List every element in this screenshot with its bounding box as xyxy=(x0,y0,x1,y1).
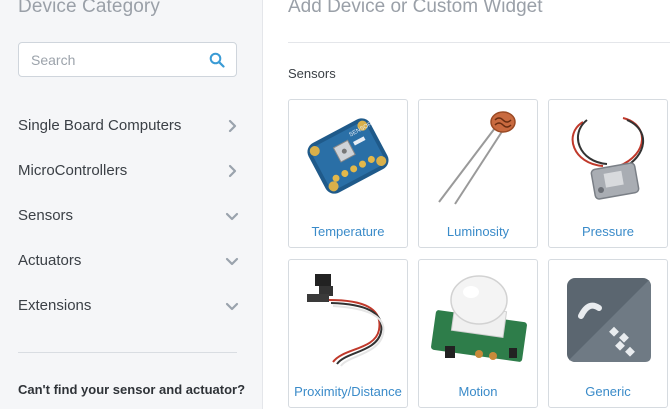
search-box[interactable] xyxy=(18,42,237,77)
device-card-proximity-distance[interactable]: Proximity/Distance xyxy=(288,259,408,408)
chevron-down-icon xyxy=(225,212,239,220)
search-icon[interactable] xyxy=(209,52,225,68)
chevron-down-icon xyxy=(225,302,239,310)
generic-widget-icon xyxy=(567,278,651,362)
category-extensions[interactable]: Extensions xyxy=(0,283,263,328)
sidebar-title: Device Category xyxy=(18,0,160,17)
card-label: Pressure xyxy=(581,224,635,239)
category-sensors[interactable]: Sensors xyxy=(0,193,263,238)
chevron-down-icon xyxy=(225,257,239,265)
chevron-right-icon xyxy=(228,164,237,177)
page-title: Add Device or Custom Widget xyxy=(288,0,543,17)
card-label: Proximity/Distance xyxy=(294,384,402,399)
category-label: Single Board Computers xyxy=(18,117,182,134)
device-card-generic[interactable]: Generic xyxy=(548,259,668,408)
category-single-board-computers[interactable]: Single Board Computers xyxy=(0,103,263,148)
chevron-right-icon xyxy=(228,119,237,132)
temperature-sensor-board-icon: SENSOR xyxy=(307,118,389,194)
title-divider xyxy=(288,42,670,43)
category-label: Sensors xyxy=(18,207,74,224)
category-actuators[interactable]: Actuators xyxy=(0,238,263,283)
category-list: Single Board Computers MicroControllers … xyxy=(0,103,263,328)
category-label: Extensions xyxy=(18,297,92,314)
sidebar-divider xyxy=(18,352,237,353)
category-microcontrollers[interactable]: MicroControllers xyxy=(0,148,263,193)
device-card-temperature[interactable]: SENSOR Temperature xyxy=(288,99,408,248)
device-card-pressure[interactable]: Pressure xyxy=(548,99,668,248)
device-card-motion[interactable]: Motion xyxy=(418,259,538,408)
card-label: Motion xyxy=(458,384,498,399)
proximity-sensor-icon xyxy=(307,274,385,367)
card-label: Generic xyxy=(585,384,631,399)
cant-find-sensor-link[interactable]: Can't find your sensor and actuator? xyxy=(18,382,245,397)
section-heading-sensors: Sensors xyxy=(288,66,336,81)
category-label: MicroControllers xyxy=(18,162,128,179)
card-label: Luminosity xyxy=(446,224,510,239)
card-label: Temperature xyxy=(311,224,385,239)
photoresistor-icon xyxy=(438,111,516,205)
device-category-sidebar: Device Category Single Board Computers M… xyxy=(0,0,263,409)
pir-motion-sensor-icon xyxy=(431,275,527,362)
search-input[interactable] xyxy=(19,43,199,76)
category-label: Actuators xyxy=(18,252,82,269)
device-card-luminosity[interactable]: Luminosity xyxy=(418,99,538,248)
pressure-sensor-icon xyxy=(571,117,645,200)
